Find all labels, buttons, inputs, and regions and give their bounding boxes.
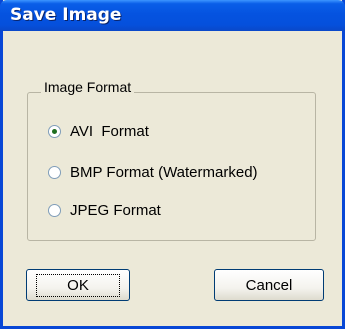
image-format-legend: Image Format xyxy=(41,79,135,95)
ok-button[interactable]: OK xyxy=(26,269,130,301)
radio-button-icon[interactable] xyxy=(48,203,61,217)
cancel-button-label: Cancel xyxy=(245,276,293,294)
radio-label-jpeg: JPEG Format xyxy=(70,201,161,219)
radio-bmp-format[interactable]: BMP Format (Watermarked) xyxy=(48,162,258,182)
ok-button-label: OK xyxy=(36,273,120,297)
cancel-button[interactable]: Cancel xyxy=(214,269,324,301)
save-image-dialog: Save Image Image Format AVI Format BMP F… xyxy=(0,0,345,329)
radio-label-avi: AVI Format xyxy=(70,122,149,140)
radio-avi-format[interactable]: AVI Format xyxy=(48,121,149,141)
radio-label-bmp: BMP Format (Watermarked) xyxy=(70,163,258,181)
radio-jpeg-format[interactable]: JPEG Format xyxy=(48,200,161,220)
radio-button-icon[interactable] xyxy=(48,165,61,179)
dialog-title: Save Image xyxy=(10,5,122,25)
title-bar[interactable]: Save Image xyxy=(0,0,345,31)
radio-button-checked-icon[interactable] xyxy=(48,124,61,138)
